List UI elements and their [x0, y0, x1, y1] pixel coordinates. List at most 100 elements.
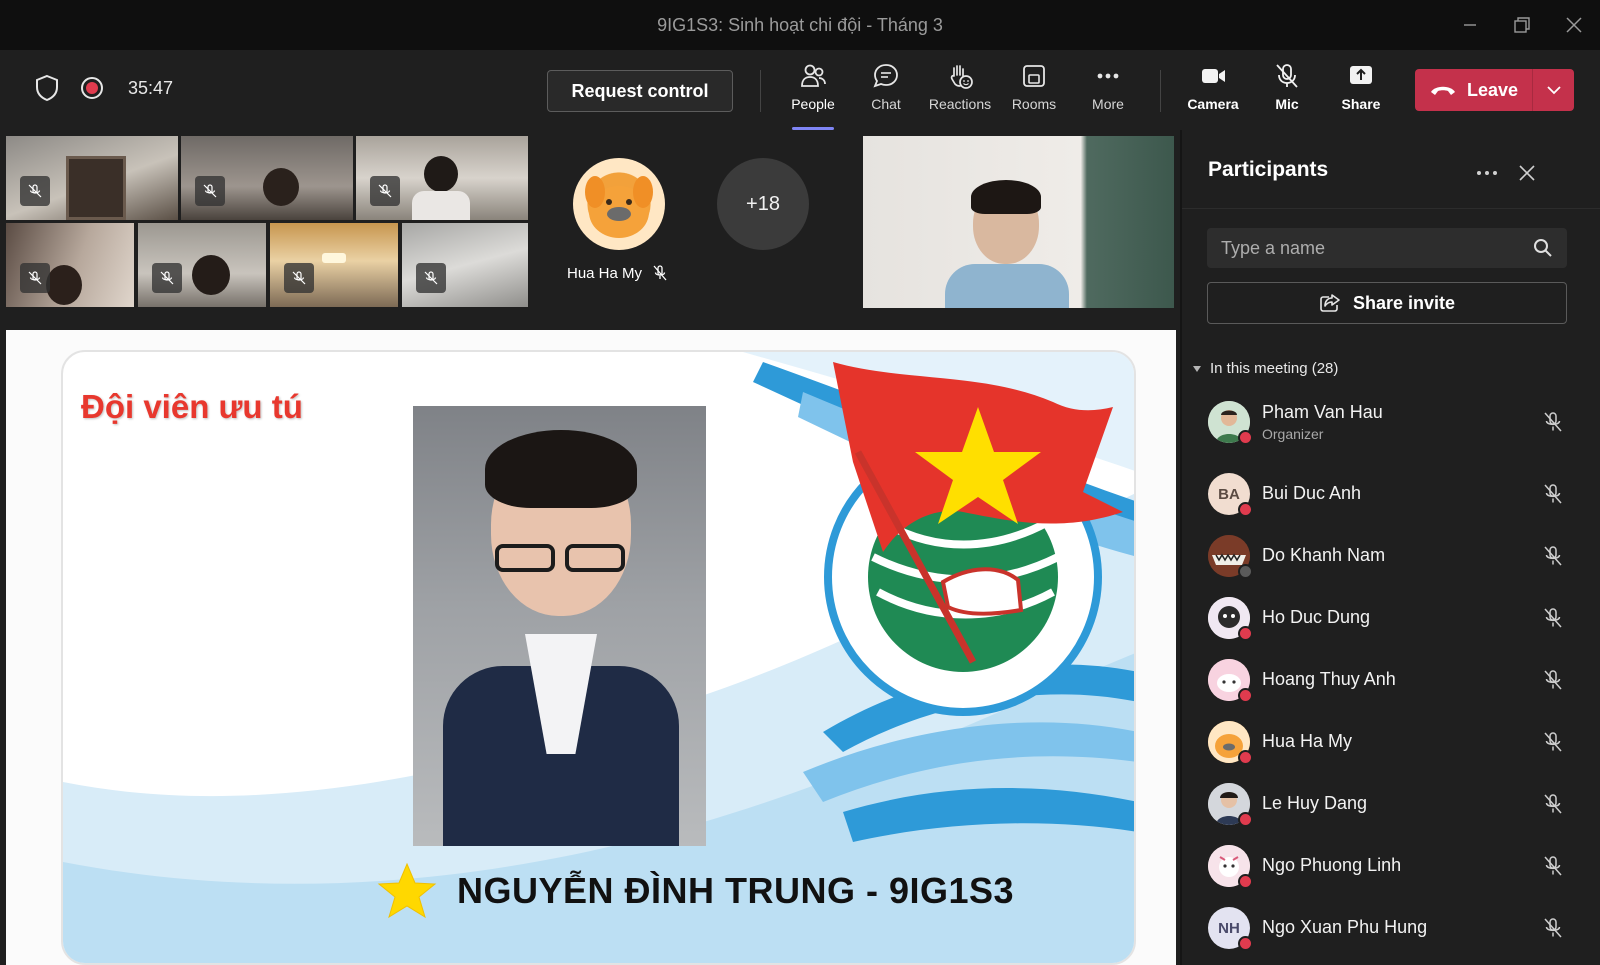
close-window-button[interactable] — [1548, 0, 1600, 50]
more-button[interactable]: More — [1071, 62, 1145, 122]
rooms-icon — [1023, 65, 1045, 87]
video-tile[interactable] — [356, 136, 528, 220]
mic-off-icon — [160, 271, 174, 285]
restore-button[interactable] — [1496, 0, 1548, 50]
chat-button[interactable]: Chat — [849, 62, 923, 122]
chevron-down-icon — [1546, 86, 1561, 95]
participant-name: Hua Ha My — [1262, 731, 1353, 751]
participant-name: Ho Duc Dung — [1262, 607, 1371, 627]
muted-mic-indicator — [152, 263, 182, 293]
leave-options-button[interactable] — [1532, 69, 1574, 111]
toolbar-divider — [1160, 70, 1161, 112]
meeting-timer: 35:47 — [128, 77, 174, 98]
in-meeting-section-toggle[interactable]: In this meeting (28) — [1192, 360, 1338, 377]
mic-off-icon — [203, 184, 217, 198]
minimize-icon — [1464, 24, 1476, 26]
close-icon — [1519, 165, 1535, 181]
people-button[interactable]: People — [776, 62, 850, 130]
shared-content-area: Đội viên ưu tú NGUYỄN ĐÌNH TRUNG - 9IG1S… — [6, 330, 1176, 965]
people-icon — [801, 64, 826, 87]
panel-more-options-button[interactable] — [1474, 160, 1500, 186]
participant-row[interactable]: Pham Van Hau Organizer — [1182, 390, 1600, 462]
status-indicator — [1238, 812, 1253, 827]
share-invite-button[interactable]: Share invite — [1207, 282, 1567, 324]
star-icon — [377, 862, 437, 919]
status-indicator — [1238, 750, 1253, 765]
mic-off-icon — [424, 271, 438, 285]
caret-down-icon — [1193, 365, 1201, 372]
window-titlebar: 9IG1S3: Sinh hoạt chi đội - Tháng 3 — [0, 0, 1600, 50]
more-icon — [1097, 73, 1119, 79]
muted-mic-indicator — [20, 263, 50, 293]
video-tile[interactable] — [402, 223, 528, 307]
leave-button[interactable]: Leave — [1415, 69, 1532, 111]
muted-mic-indicator — [20, 176, 50, 206]
video-tile[interactable] — [6, 136, 178, 220]
participant-name: Bui Duc Anh — [1262, 483, 1362, 503]
hang-up-icon — [1430, 86, 1455, 95]
muted-mic-indicator — [195, 176, 225, 206]
recording-icon — [81, 77, 103, 99]
share-screen-icon — [1350, 66, 1372, 84]
mic-label: Mic — [1275, 96, 1299, 112]
status-indicator — [1238, 936, 1253, 951]
participants-panel: Participants Share invite In this meetin… — [1180, 130, 1600, 965]
participant-row[interactable]: Do Khanh Nam — [1182, 524, 1600, 586]
participant-row[interactable]: BA Bui Duc Anh — [1182, 462, 1600, 524]
minimize-button[interactable] — [1444, 0, 1496, 50]
mic-off-icon — [653, 265, 667, 281]
participant-row[interactable]: Ho Duc Dung — [1182, 586, 1600, 648]
mic-off-icon — [1544, 608, 1562, 628]
chat-label: Chat — [871, 96, 901, 112]
close-panel-button[interactable] — [1514, 160, 1540, 186]
mic-off-icon — [1544, 856, 1562, 876]
people-label: People — [791, 96, 835, 112]
participant-row[interactable]: Le Huy Dang — [1182, 772, 1600, 834]
presenter-video-tile[interactable] — [863, 136, 1174, 308]
video-tile[interactable] — [138, 223, 266, 307]
video-tile[interactable] — [181, 136, 353, 220]
cartoon-avatar-icon — [585, 176, 653, 238]
status-indicator — [1238, 626, 1253, 641]
share-icon — [1320, 294, 1340, 312]
share-button[interactable]: Share — [1324, 62, 1398, 122]
mic-off-icon — [1544, 484, 1562, 504]
mic-off-icon — [1544, 918, 1562, 938]
participant-name: Pham Van Hau — [1262, 402, 1383, 422]
camera-label: Camera — [1187, 96, 1239, 112]
featured-participant: Hua Ha My — [567, 264, 668, 282]
avatar — [1208, 721, 1253, 765]
video-tile[interactable] — [270, 223, 398, 307]
participant-row[interactable]: Hoang Thuy Anh — [1182, 648, 1600, 710]
avatar — [1208, 659, 1253, 703]
status-indicator — [1238, 874, 1253, 889]
camera-button[interactable]: Camera — [1176, 62, 1250, 122]
slide-title: Đội viên ưu tú — [81, 388, 303, 425]
rooms-button[interactable]: Rooms — [997, 62, 1071, 122]
leave-button-group: Leave — [1415, 69, 1574, 111]
panel-title: Participants — [1208, 158, 1329, 181]
rooms-label: Rooms — [1011, 96, 1057, 112]
participant-name: Le Huy Dang — [1262, 793, 1368, 813]
reactions-button[interactable]: Reactions — [923, 62, 997, 122]
participant-row[interactable]: Hua Ha My — [1182, 710, 1600, 772]
more-participants-button[interactable]: +18 — [717, 158, 809, 250]
participant-row[interactable]: NH Ngo Xuan Phu Hung — [1182, 896, 1600, 958]
video-tile[interactable] — [6, 223, 134, 307]
participant-row[interactable]: Ngo Phuong Linh — [1182, 834, 1600, 896]
mic-off-icon — [1544, 732, 1562, 752]
search-input[interactable] — [1221, 237, 1521, 259]
search-icon[interactable] — [1533, 238, 1553, 258]
avatar[interactable] — [573, 158, 665, 250]
mic-off-icon — [28, 184, 42, 198]
shield-icon[interactable] — [34, 74, 60, 102]
avatar — [1208, 597, 1253, 641]
panel-divider — [1182, 208, 1600, 209]
meeting-toolbar: 35:47 Request control People Chat Reacti… — [0, 50, 1600, 130]
video-gallery: Hua Ha My +18 — [0, 130, 1180, 324]
avatar — [1208, 535, 1253, 579]
request-control-button[interactable]: Request control — [547, 70, 733, 112]
participant-search — [1207, 228, 1567, 268]
status-indicator — [1238, 430, 1253, 445]
mic-button[interactable]: Mic — [1250, 62, 1324, 122]
